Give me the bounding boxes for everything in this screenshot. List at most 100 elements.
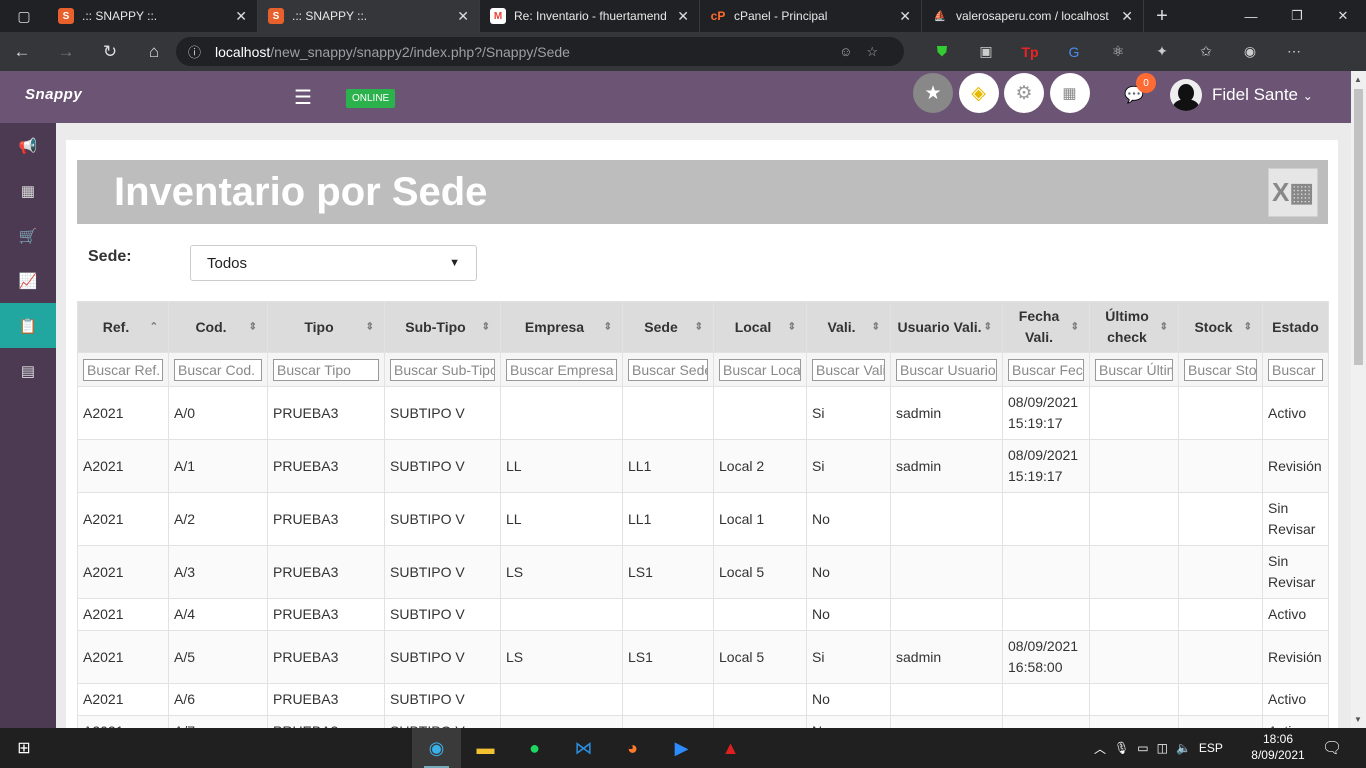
close-window-icon[interactable]: ✕ [1320,0,1366,32]
clock[interactable]: 18:06 8/09/2021 [1248,731,1308,763]
windows-start-icon[interactable]: ⊞ [0,728,48,768]
reload-icon[interactable]: ↻ [88,32,132,71]
browser-tab-4[interactable]: cP cPanel - Principal ✕ [700,0,922,32]
avatar[interactable] [1170,79,1202,111]
new-tab-button[interactable]: + [1144,0,1180,32]
column-search-input[interactable]: Buscar Fecha [1008,358,1084,381]
column-header[interactable]: Empresa ⇕ [500,301,623,353]
sort-icon[interactable]: ⇕ [872,317,880,338]
more-icon[interactable]: ⋯ [1272,43,1316,60]
column-search-input[interactable]: Buscar [1268,358,1323,381]
sort-icon[interactable]: ⇕ [604,317,612,338]
chevron-up-icon[interactable]: ︿ [1094,740,1106,757]
sort-asc-icon[interactable]: ⌃ [150,317,158,338]
column-search-input[interactable]: Buscar Vali. [812,358,885,381]
clipboard-tray-icon[interactable]: ◫ [1157,741,1168,755]
column-search-input[interactable]: Buscar Local [719,358,801,381]
menu-icon[interactable]: ☰ [294,85,312,110]
column-header[interactable]: Usuario Vali. ⇕ [890,301,1003,353]
sort-icon[interactable]: ⇕ [984,317,992,338]
column-header[interactable]: Sub-Tipo ⇕ [384,301,501,353]
minimize-icon[interactable]: — [1228,0,1274,32]
column-search-input[interactable]: Buscar Tipo [273,358,379,381]
react-icon[interactable]: ⚛ [1096,43,1140,60]
sort-icon[interactable]: ⇕ [788,317,796,338]
forward-icon[interactable]: → [44,32,88,71]
column-header[interactable]: Estado [1262,301,1329,353]
cart-icon[interactable]: 🛒 [0,213,56,258]
firefox-icon[interactable]: ◕ [608,728,657,768]
browser-tab-3[interactable]: M Re: Inventario - fhuertamend ✕ [480,0,700,32]
column-search-input[interactable]: Buscar Sub-Tipo [390,358,495,381]
home-icon[interactable]: ⌂ [132,32,176,71]
tracking-icon[interactable]: ☺ [839,44,866,59]
sort-icon[interactable]: ⇕ [249,317,257,338]
spotify-icon[interactable]: ● [510,728,559,768]
column-header[interactable]: Stock ⇕ [1178,301,1263,353]
column-header[interactable]: Ref. ⌃ [77,301,169,353]
translate-icon[interactable]: G [1052,44,1096,60]
cube-icon[interactable]: ◈ [958,73,999,113]
info-icon[interactable]: ⓘ [188,42,201,61]
column-search-input[interactable]: Buscar Stock [1184,358,1257,381]
close-icon[interactable]: ✕ [899,8,911,25]
address-bar-actions[interactable]: ☺☆ [839,44,892,60]
tab-actions-icon[interactable]: ▢ [0,0,48,32]
volume-icon[interactable]: 🔈 [1176,741,1191,755]
column-header[interactable]: Último check ⇕ [1089,301,1179,353]
table-row[interactable]: A2021 A/0 PRUEBA3 SUBTIPO V Si sadmin 08/09/20… [77,386,1329,440]
close-icon[interactable]: ✕ [457,8,469,25]
star-icon[interactable]: ★ [913,73,953,113]
sort-icon[interactable]: ⇕ [695,317,703,338]
table-row[interactable]: A2021 A/3 PRUEBA3 SUBTIPO V LS LS1 Local 5 No Si… [77,545,1329,599]
page-scrollbar[interactable]: ▲ ▼ [1351,71,1366,728]
puzzle-icon[interactable]: ✦ [1140,43,1184,60]
sort-icon[interactable]: ⇕ [1244,317,1252,338]
message-icon[interactable]: ▤ [0,348,56,393]
restore-icon[interactable]: ❐ [1274,0,1320,32]
sort-icon[interactable]: ⇕ [1160,317,1168,338]
gears-icon[interactable]: ⚙ [1004,73,1044,113]
clipboard-icon[interactable]: 📋 [0,303,56,348]
sede-select[interactable]: Todos ▼ [190,245,477,281]
column-search-input[interactable]: Buscar Empresa [506,358,617,381]
table-row[interactable]: A2021 A/6 PRUEBA3 SUBTIPO V No Activo [77,683,1329,716]
collections-icon[interactable]: ▣ [964,43,1008,60]
megaphone-icon[interactable]: 📢 [0,123,56,168]
column-search-input[interactable]: Buscar Último [1095,358,1173,381]
network-icon[interactable]: ▭ [1137,741,1148,755]
sort-icon[interactable]: ⇕ [366,317,374,338]
browser-tab-5[interactable]: ⛵ valerosaperu.com / localhost ✕ [922,0,1144,32]
column-search-input[interactable]: Buscar Cod. [174,358,262,381]
grid-icon[interactable]: ▦ [1049,73,1090,113]
address-bar[interactable]: ⓘ localhost/new_snappy/snappy2/index.php… [176,37,904,66]
close-icon[interactable]: ✕ [235,8,247,25]
column-header[interactable]: Cod. ⇕ [168,301,268,353]
browser-tab-1[interactable]: S .:: SNAPPY ::. ✕ [48,0,258,32]
sort-icon[interactable]: ⇕ [1071,317,1079,338]
acrobat-icon[interactable]: ▲ [706,728,755,768]
edge-icon[interactable]: ◉ [412,728,461,768]
table-row[interactable]: A2021 A/1 PRUEBA3 SUBTIPO V LL LL1 Local 2 Si sa… [77,439,1329,493]
column-header[interactable]: Tipo ⇕ [267,301,385,353]
close-icon[interactable]: ✕ [677,8,689,25]
tp-icon[interactable]: Tp [1008,44,1052,60]
column-header[interactable]: Local ⇕ [713,301,807,353]
user-menu[interactable]: Fidel Sante ⌄ [1212,85,1313,105]
column-header[interactable]: Sede ⇕ [622,301,714,353]
vscode-icon[interactable]: ⋈ [559,728,608,768]
scroll-up-icon[interactable]: ▲ [1354,75,1362,84]
microphone-icon[interactable]: 🎙 [1114,741,1129,755]
shield-icon[interactable]: ⛊ [920,43,964,60]
back-icon[interactable]: ← [0,32,44,71]
sort-icon[interactable]: ⇕ [482,317,490,338]
table-row[interactable]: A2021 A/2 PRUEBA3 SUBTIPO V LL LL1 Local 1 No Si… [77,492,1329,546]
zoom-icon[interactable]: ▶ [657,728,706,768]
column-header[interactable]: Fecha Vali. ⇕ [1002,301,1090,353]
close-icon[interactable]: ✕ [1121,8,1133,25]
scrollbar-thumb[interactable] [1354,89,1363,365]
table-row[interactable]: A2021 A/4 PRUEBA3 SUBTIPO V No Activo [77,598,1329,631]
chart-icon[interactable]: 📈 [0,258,56,303]
calendar-icon[interactable]: ▦ [0,168,56,213]
file-explorer-icon[interactable]: ▬ [461,728,510,768]
